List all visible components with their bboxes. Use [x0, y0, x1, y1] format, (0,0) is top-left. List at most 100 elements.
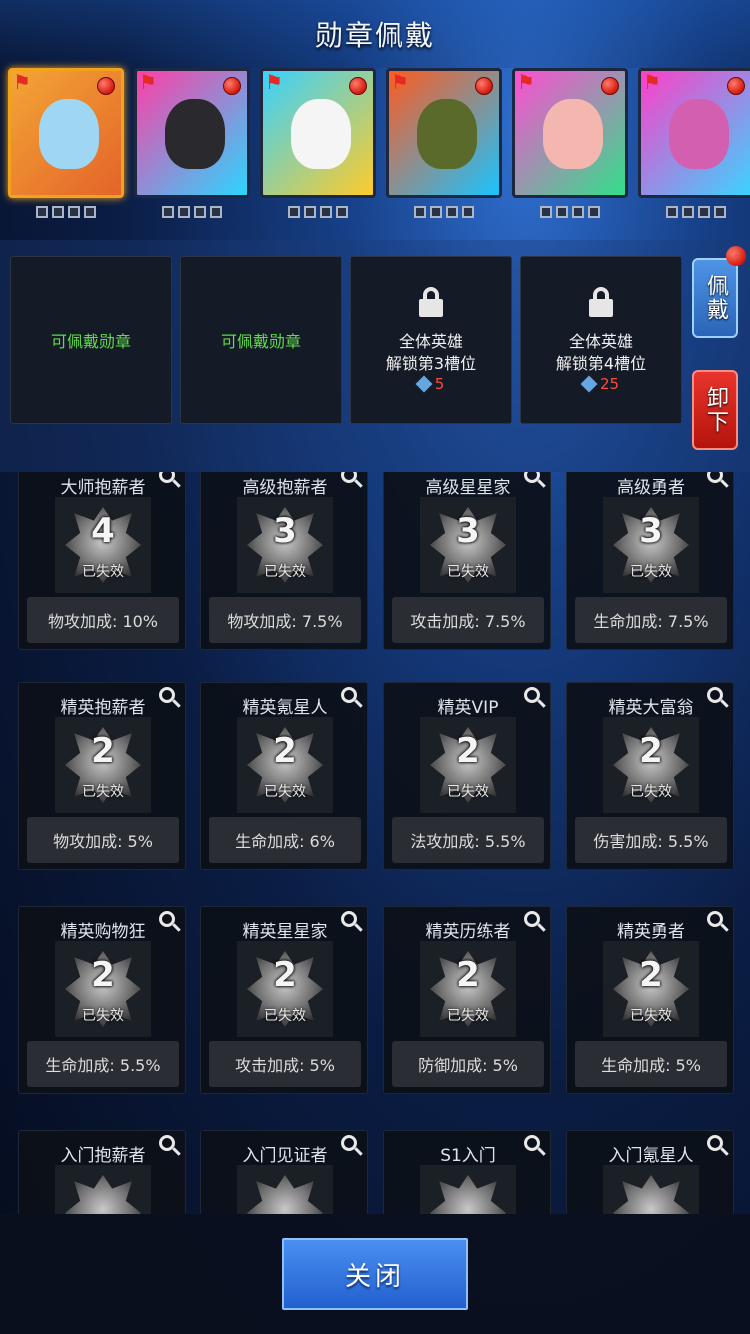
empty-slot-icon [84, 206, 96, 218]
magnifier-icon[interactable] [159, 911, 181, 933]
hero-card[interactable]: ⚑ [260, 68, 376, 238]
medal-card[interactable]: 精英历练者 2 已失效 防御加成: 5% [383, 906, 551, 1094]
medal-card[interactable]: 精英氪星人 2 已失效 生命加成: 6% [200, 682, 368, 870]
locked-slot-line2: 解锁第4槽位 [555, 354, 647, 373]
medal-level: 2 [639, 731, 663, 771]
empty-slot-icon [288, 206, 300, 218]
magnifier-icon[interactable] [341, 1135, 363, 1157]
close-button[interactable]: 关闭 [282, 1238, 468, 1310]
notification-dot [349, 77, 367, 95]
medal-image: 2 已失效 [420, 941, 516, 1037]
empty-slot-icon [320, 206, 332, 218]
wear-button[interactable]: 佩戴 [692, 258, 738, 338]
magnifier-icon[interactable] [159, 1135, 181, 1157]
medal-image [237, 1165, 333, 1214]
empty-slot-icon [698, 206, 710, 218]
medal-card[interactable]: 入门见证者 [200, 1130, 368, 1214]
medal-card[interactable]: 精英抱薪者 2 已失效 物攻加成: 5% [18, 682, 186, 870]
magnifier-icon[interactable] [707, 687, 729, 709]
equipped-badge-panel: 可佩戴勋章 可佩戴勋章 全体英雄 解锁第3槽位 5 全体英雄 解锁第4槽位 25 [0, 240, 750, 472]
medal-bonus: 物攻加成: 5% [27, 817, 179, 863]
magnifier-icon[interactable] [524, 472, 546, 489]
notification-dot [97, 77, 115, 95]
hero-avatar [669, 99, 729, 169]
remove-button[interactable]: 卸下 [692, 370, 738, 450]
medal-status: 已失效 [630, 784, 672, 800]
medal-emblem-icon [613, 1175, 689, 1214]
medal-status: 已失效 [264, 564, 306, 580]
medal-card[interactable]: 高级勇者 3 已失效 生命加成: 7.5% [566, 472, 734, 650]
flag-icon: ⚑ [139, 70, 157, 94]
hero-card[interactable]: ⚑ [638, 68, 750, 238]
unlock-cost: 5 [415, 375, 445, 393]
medal-image [603, 1165, 699, 1214]
magnifier-icon[interactable] [159, 472, 181, 489]
medal-status: 已失效 [264, 1008, 306, 1024]
empty-slot-icon [336, 206, 348, 218]
empty-slot-icon [588, 206, 600, 218]
magnifier-icon[interactable] [707, 472, 729, 489]
hero-avatar [417, 99, 477, 169]
medal-bonus: 攻击加成: 5% [209, 1041, 361, 1087]
empty-slot-icon [162, 206, 174, 218]
medal-level: 2 [456, 955, 480, 995]
empty-slot-icon [556, 206, 568, 218]
locked-slot-line2: 解锁第3槽位 [385, 354, 477, 373]
medal-card[interactable]: 高级星星家 3 已失效 攻击加成: 7.5% [383, 472, 551, 650]
medal-card[interactable]: 入门氪星人 [566, 1130, 734, 1214]
notification-dot [223, 77, 241, 95]
medal-status: 已失效 [447, 1008, 489, 1024]
badge-slot-1[interactable]: 可佩戴勋章 [10, 256, 172, 424]
medal-status: 已失效 [82, 1008, 124, 1024]
empty-slot-icon [682, 206, 694, 218]
hero-card[interactable]: ⚑ [386, 68, 502, 238]
magnifier-icon[interactable] [341, 911, 363, 933]
locked-slot-line1: 全体英雄 [398, 332, 463, 351]
medal-image: 2 已失效 [55, 941, 151, 1037]
hero-portrait: ⚑ [134, 68, 250, 198]
magnifier-icon[interactable] [524, 911, 546, 933]
flag-icon: ⚑ [643, 70, 661, 94]
badge-slot-2[interactable]: 可佩戴勋章 [180, 256, 342, 424]
magnifier-icon[interactable] [159, 687, 181, 709]
unlock-cost-value: 5 [434, 375, 445, 393]
badge-slot-4-locked[interactable]: 全体英雄 解锁第4槽位 25 [520, 256, 682, 424]
hero-card[interactable]: ⚑ [512, 68, 628, 238]
empty-slot-icon [446, 206, 458, 218]
medal-card[interactable]: 精英星星家 2 已失效 攻击加成: 5% [200, 906, 368, 1094]
medal-bonus: 法攻加成: 5.5% [392, 817, 544, 863]
medal-level: 2 [456, 731, 480, 771]
medal-status: 已失效 [82, 564, 124, 580]
hero-portrait: ⚑ [512, 68, 628, 198]
flag-icon: ⚑ [265, 70, 283, 94]
empty-slot-icon [68, 206, 80, 218]
medal-level: 4 [91, 511, 115, 551]
medal-card[interactable]: 精英购物狂 2 已失效 生命加成: 5.5% [18, 906, 186, 1094]
medal-bonus: 生命加成: 5.5% [27, 1041, 179, 1087]
badge-slot-3-locked[interactable]: 全体英雄 解锁第3槽位 5 [350, 256, 512, 424]
medal-grid[interactable]: 大师抱薪者 4 已失效 物攻加成: 10% 高级抱薪者 3 已失效 物攻加成: 7.5% 高级星… [0, 472, 750, 1214]
medal-bonus: 生命加成: 6% [209, 817, 361, 863]
magnifier-icon[interactable] [341, 472, 363, 489]
hero-card[interactable]: ⚑ [8, 68, 124, 238]
page-title: 勋章佩戴 [314, 19, 435, 52]
medal-card[interactable]: 精英VIP 2 已失效 法攻加成: 5.5% [383, 682, 551, 870]
medal-card[interactable]: 精英大富翁 2 已失效 伤害加成: 5.5% [566, 682, 734, 870]
medal-card[interactable]: 高级抱薪者 3 已失效 物攻加成: 7.5% [200, 472, 368, 650]
medal-card[interactable]: 大师抱薪者 4 已失效 物攻加成: 10% [18, 472, 186, 650]
medal-card[interactable]: 精英勇者 2 已失效 生命加成: 5% [566, 906, 734, 1094]
magnifier-icon[interactable] [524, 687, 546, 709]
magnifier-icon[interactable] [341, 687, 363, 709]
notification-dot [601, 77, 619, 95]
medal-card[interactable]: 入门抱薪者 [18, 1130, 186, 1214]
magnifier-icon[interactable] [707, 911, 729, 933]
magnifier-icon[interactable] [524, 1135, 546, 1157]
notification-dot [475, 77, 493, 95]
flag-icon: ⚑ [517, 70, 535, 94]
medal-level: 2 [91, 731, 115, 771]
magnifier-icon[interactable] [707, 1135, 729, 1157]
medal-status: 已失效 [82, 784, 124, 800]
medal-card[interactable]: S1入门 [383, 1130, 551, 1214]
hero-badge-slots [260, 206, 376, 218]
hero-card[interactable]: ⚑ [134, 68, 250, 238]
